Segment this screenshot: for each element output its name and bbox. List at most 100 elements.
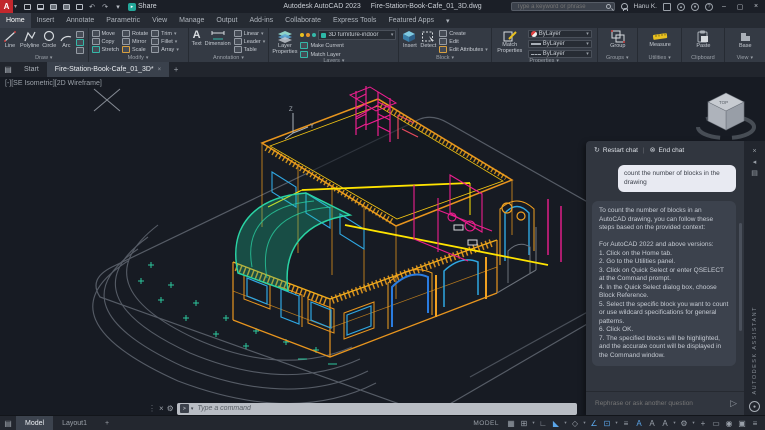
layer-lock-icon[interactable] (312, 33, 316, 37)
edit-block-tool[interactable]: Edit (439, 38, 487, 45)
tab-manage[interactable]: Manage (173, 13, 210, 28)
command-grip-icon[interactable]: ⋮ (148, 404, 156, 413)
qat-caret-icon[interactable]: ▾ (113, 2, 123, 11)
rectangle-tool-icon[interactable] (76, 31, 84, 38)
block-panel-label[interactable]: Block▾ (399, 54, 490, 62)
send-icon[interactable]: ▷ (730, 398, 737, 409)
command-recent-caret-icon[interactable]: ▾ (191, 406, 194, 412)
ellipse-tool-icon[interactable] (76, 47, 84, 54)
isodraft-caret[interactable]: ▾ (582, 420, 587, 426)
model-space-badge[interactable]: MODEL (473, 420, 499, 427)
text-tool[interactable]: A Text (192, 30, 202, 48)
autocad-logo[interactable]: A (0, 0, 13, 13)
save-icon[interactable] (48, 2, 58, 11)
measure-tool[interactable]: Measure (649, 30, 670, 49)
array-tool[interactable]: Array▾ (151, 46, 179, 53)
scale-tool[interactable]: Scale (122, 46, 148, 53)
tab-collaborate[interactable]: Collaborate (279, 13, 327, 28)
user-name[interactable]: Hanu K. (634, 3, 658, 10)
lineweight-dropdown[interactable]: ByLayer ▾ (528, 40, 592, 48)
new-file-icon[interactable] (22, 2, 32, 11)
match-layer-tool[interactable]: Match Layer (300, 51, 396, 58)
viewport-controls[interactable]: [-][SE Isometric][2D Wireframe] (5, 80, 102, 87)
snap-icon[interactable]: ⊞ (518, 417, 530, 429)
end-chat-button[interactable]: ⊗ End chat (650, 146, 685, 154)
undo-icon[interactable]: ↶ (87, 2, 97, 11)
line-tool[interactable]: Line (3, 30, 17, 50)
layer-freeze-icon[interactable] (306, 33, 310, 37)
linear-tool[interactable]: Linear▾ (234, 30, 266, 37)
collaborate-icon[interactable]: ▴ (677, 3, 685, 11)
utilities-panel-label[interactable]: Utilities▾ (638, 54, 681, 62)
annotation-scale-icon[interactable]: A (659, 417, 671, 429)
panel-collapse-icon[interactable]: ◂ (753, 157, 757, 168)
object-snap-icon[interactable]: ⊡ (601, 417, 613, 429)
search-input[interactable] (515, 3, 606, 11)
isometric-drafting-icon[interactable]: ◇ (569, 417, 581, 429)
tab-home[interactable]: Home (0, 13, 31, 28)
layer-dropdown[interactable]: 3D furniture-indoor ▾ (318, 30, 396, 40)
chat-input[interactable] (593, 399, 726, 408)
panel-menu-icon[interactable]: ▤ (751, 168, 758, 179)
new-tab-button[interactable]: + (169, 62, 183, 77)
command-close-icon[interactable]: × (159, 404, 164, 413)
paste-tool[interactable]: Paste (696, 30, 710, 50)
base-tool[interactable]: Base (739, 30, 752, 50)
stretch-tool[interactable]: Stretch (92, 46, 119, 53)
share-button[interactable]: ▸ Share (128, 3, 157, 11)
polyline-tool[interactable]: Polyline (20, 30, 39, 50)
open-file-icon[interactable] (35, 2, 45, 11)
layout-menu-icon[interactable]: ▤ (0, 416, 16, 430)
model-tab[interactable]: Model (16, 416, 53, 430)
ribbon-options-caret-icon[interactable]: ▾ (440, 13, 456, 28)
linetype-dropdown[interactable]: ByLayer ▾ (528, 50, 592, 58)
annotation-visibility-icon[interactable]: A (633, 417, 645, 429)
arc-tool[interactable]: Arc (59, 30, 73, 50)
assistant-badge-icon[interactable]: ● (749, 401, 760, 412)
close-button[interactable]: × (751, 3, 761, 10)
search-icon[interactable] (606, 4, 611, 9)
restart-chat-button[interactable]: ↻ Restart chat (594, 146, 638, 154)
command-customize-icon[interactable]: ⚙ (167, 404, 174, 413)
tab-addins[interactable]: Add-ins (243, 13, 279, 28)
layer-on-icon[interactable] (300, 33, 304, 37)
polar-tracking-icon[interactable]: ◣ (550, 417, 562, 429)
edit-attributes-tool[interactable]: Edit Attributes▾ (439, 46, 487, 53)
app-store-icon[interactable] (663, 3, 671, 11)
plot-icon[interactable] (74, 2, 84, 11)
clean-screen-icon[interactable]: ≡ (749, 417, 761, 429)
layer-properties-tool[interactable]: Layer Properties (272, 30, 297, 55)
annotation-monitor-icon[interactable]: + (697, 417, 709, 429)
command-input-field[interactable]: > ▾ (177, 403, 577, 415)
tab-parametric[interactable]: Parametric (100, 13, 146, 28)
modify-panel-label[interactable]: Modify▾ (89, 54, 188, 62)
tab-express-tools[interactable]: Express Tools (327, 13, 382, 28)
insert-block-tool[interactable]: Insert (402, 30, 417, 50)
view-cube[interactable]: TOP (698, 93, 754, 138)
minimize-button[interactable]: – (719, 3, 729, 10)
annotation-autoscale-icon[interactable]: A (646, 417, 658, 429)
hatch-tool-icon[interactable] (76, 39, 84, 46)
lineweight-icon[interactable]: ≡ (620, 417, 632, 429)
polar-caret[interactable]: ▾ (563, 420, 568, 426)
tab-annotate[interactable]: Annotate (60, 13, 100, 28)
tab-featured-apps[interactable]: Featured Apps (382, 13, 440, 28)
app-menu-caret-icon[interactable]: ▾ (14, 3, 17, 10)
osnap-caret[interactable]: ▾ (614, 420, 619, 426)
rotate-tool[interactable]: Rotate (122, 30, 148, 37)
snap-caret[interactable]: ▾ (531, 420, 536, 426)
create-block-tool[interactable]: Create (439, 30, 487, 37)
fillet-tool[interactable]: Fillet▾ (151, 38, 179, 45)
trim-tool[interactable]: Trim▾ (151, 30, 179, 37)
table-tool[interactable]: Table (234, 46, 266, 53)
workspace-gear-icon[interactable]: ⚙ (678, 417, 690, 429)
object-snap-tracking-icon[interactable]: ∠ (588, 417, 600, 429)
graphics-performance-icon[interactable]: ▣ (736, 417, 748, 429)
view-panel-label[interactable]: View▾ (725, 54, 765, 62)
tab-insert[interactable]: Insert (31, 13, 61, 28)
panel-close-icon[interactable]: × (752, 146, 756, 157)
annotation-panel-label[interactable]: Annotation▾ (189, 54, 269, 62)
make-current-tool[interactable]: Make Current (300, 42, 396, 49)
user-avatar[interactable] (621, 3, 628, 10)
maximize-button[interactable]: ▢ (735, 3, 745, 11)
